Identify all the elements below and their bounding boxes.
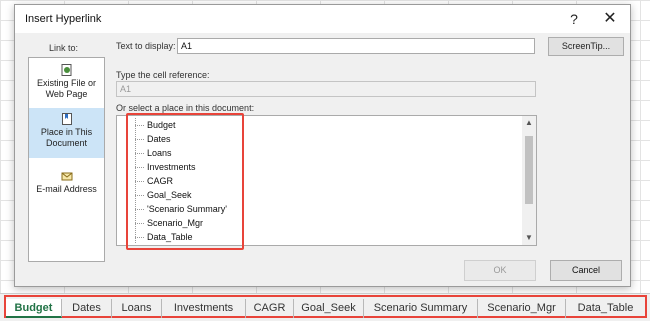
document-places-tree: Budget Dates Loans Investments CAGR Goal… [116, 115, 537, 246]
insert-hyperlink-dialog: Insert Hyperlink ? ✕ Link to: Existing F… [14, 4, 631, 287]
tree-item-goal-seek[interactable]: Goal_Seek [135, 188, 192, 203]
tree-item-scenario-summary[interactable]: 'Scenario Summary' [135, 202, 227, 217]
tree-item-investments[interactable]: Investments [135, 160, 196, 175]
tab-budget[interactable]: Budget [6, 299, 62, 318]
scrollbar-thumb[interactable] [525, 136, 533, 204]
link-to-email-label: E-mail Address [36, 184, 97, 194]
select-place-label: Or select a place in this document: [116, 103, 255, 113]
tab-scenario-mgr[interactable]: Scenario_Mgr [478, 299, 566, 318]
sheet-tabs-highlight-box: Budget Dates Loans Investments CAGR Goal… [4, 295, 647, 318]
tab-goal-seek[interactable]: Goal_Seek [294, 299, 364, 318]
cell-reference-input[interactable]: A1 [116, 81, 536, 97]
link-to-existing-file[interactable]: Existing File or Web Page [29, 64, 104, 108]
tab-investments[interactable]: Investments [162, 299, 246, 318]
tree-item-scenario-mgr[interactable]: Scenario_Mgr [135, 216, 203, 231]
link-to-email[interactable]: E-mail Address [29, 170, 104, 202]
link-to-place-in-document[interactable]: Place in This Document [29, 108, 104, 158]
tree-item-budget[interactable]: Budget [135, 118, 176, 133]
tab-data-table[interactable]: Data_Table [566, 299, 645, 318]
close-button[interactable]: ✕ [596, 8, 624, 30]
globe-file-icon [61, 64, 71, 76]
ok-button[interactable]: OK [464, 260, 536, 281]
tab-dates[interactable]: Dates [62, 299, 112, 318]
tree-scrollbar[interactable]: ▲ ▼ [522, 116, 536, 245]
link-to-label: Link to: [49, 43, 79, 53]
cell-reference-label: Type the cell reference: [116, 70, 210, 80]
tree-item-cagr[interactable]: CAGR [135, 174, 173, 189]
text-to-display-input[interactable]: A1 [177, 38, 535, 54]
link-to-place-label: Place in This Document [40, 127, 93, 148]
cancel-button[interactable]: Cancel [550, 260, 622, 281]
sheet-tabs-bar: Budget Dates Loans Investments CAGR Goal… [0, 293, 650, 321]
title-bar: Insert Hyperlink ? ✕ [15, 5, 630, 33]
tree-item-data-table[interactable]: Data_Table [135, 230, 193, 245]
tree-item-loans[interactable]: Loans [135, 146, 172, 161]
dialog-title: Insert Hyperlink [25, 13, 102, 25]
tab-loans[interactable]: Loans [112, 299, 162, 318]
scroll-down-icon[interactable]: ▼ [522, 231, 536, 245]
link-to-panel: Existing File or Web Page Place in This … [28, 57, 105, 262]
document-bookmark-icon [61, 113, 72, 125]
help-button[interactable]: ? [560, 8, 588, 30]
tab-cagr[interactable]: CAGR [246, 299, 294, 318]
email-icon [61, 172, 72, 181]
tab-scenario-summary[interactable]: Scenario Summary [364, 299, 478, 318]
text-to-display-label: Text to display: [116, 41, 176, 51]
screentip-button[interactable]: ScreenTip... [548, 37, 624, 56]
tree-item-dates[interactable]: Dates [135, 132, 171, 147]
scroll-up-icon[interactable]: ▲ [522, 116, 536, 130]
link-to-existing-label: Existing File or Web Page [36, 78, 97, 99]
